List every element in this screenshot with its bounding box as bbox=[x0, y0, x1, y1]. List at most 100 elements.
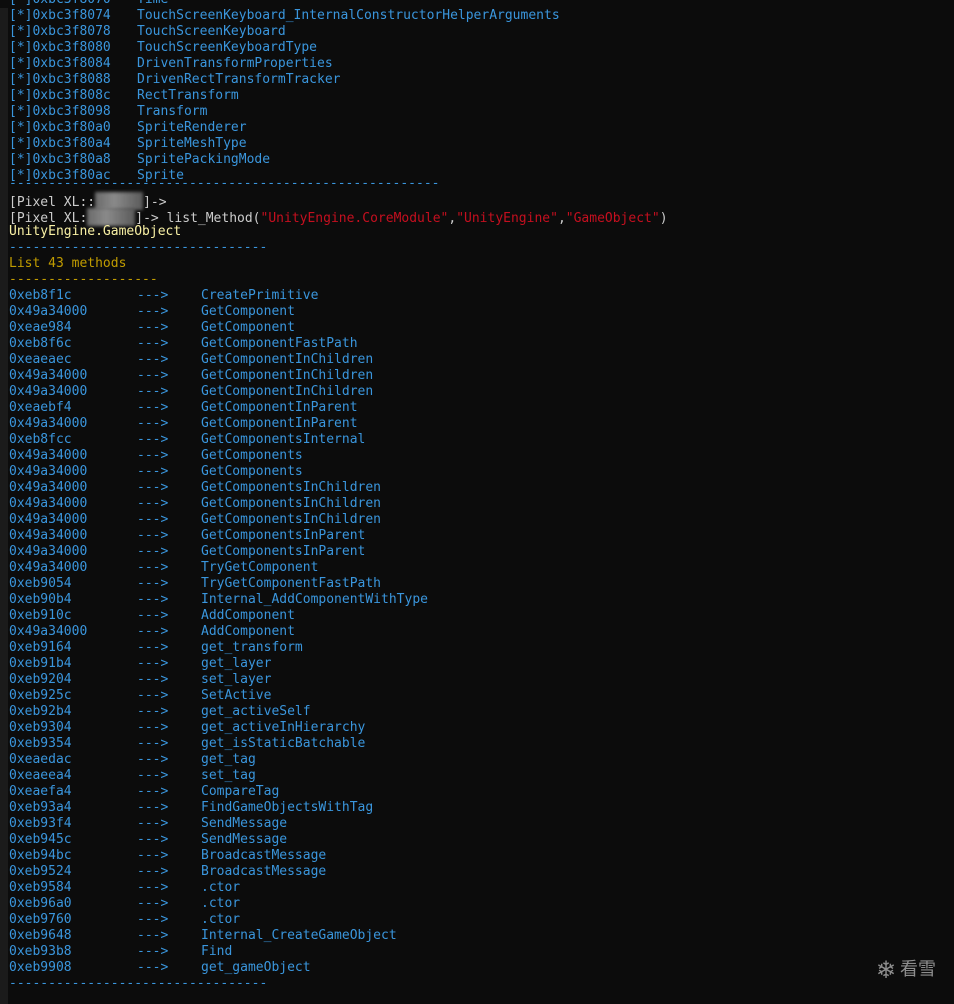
method-name: get_isStaticBatchable bbox=[201, 736, 366, 751]
terminal-output[interactable]: [*]0xbc3f8070Time[*]0xbc3f8074TouchScree… bbox=[0, 0, 954, 996]
command-arg-class: "GameObject" bbox=[565, 211, 660, 226]
method-name: get_layer bbox=[201, 656, 272, 671]
method-name: get_transform bbox=[201, 640, 303, 655]
method-name: GetComponentInParent bbox=[201, 400, 358, 415]
method-address: 0xeb9164 bbox=[9, 640, 72, 655]
method-arrow: ---> bbox=[137, 928, 169, 943]
entry-name: Transform bbox=[137, 104, 208, 119]
command-comma: , bbox=[448, 211, 457, 226]
method-row: 0x49a34000 ---> GetComponent bbox=[0, 304, 700, 320]
method-row: 0xeb9204 ---> set_layer bbox=[0, 672, 700, 688]
method-name: AddComponent bbox=[201, 624, 295, 639]
method-address: 0xeae984 bbox=[9, 320, 72, 335]
method-arrow: ---> bbox=[137, 368, 169, 383]
method-row: 0x49a34000 ---> AddComponent bbox=[0, 624, 700, 640]
separator-end: --------------------------------- bbox=[9, 976, 268, 991]
method-row: 0x49a34000 ---> GetComponentInParent bbox=[0, 416, 700, 432]
method-row: 0xeb9524 ---> BroadcastMessage bbox=[0, 864, 700, 880]
method-name: BroadcastMessage bbox=[201, 864, 327, 879]
method-arrow: ---> bbox=[137, 336, 169, 351]
method-arrow: ---> bbox=[137, 592, 169, 607]
class-name: UnityEngine.GameObject bbox=[9, 224, 182, 239]
method-arrow: ---> bbox=[137, 960, 169, 975]
method-arrow: ---> bbox=[137, 672, 169, 687]
method-address: 0xeb93b8 bbox=[9, 944, 72, 959]
entry-name: TouchScreenKeyboard bbox=[137, 24, 286, 39]
method-row: 0x49a34000 ---> GetComponentInChildren bbox=[0, 384, 700, 400]
prompt-line-2: [Pixel XL:]-> list_Method("UnityEngine.C… bbox=[9, 208, 668, 226]
method-name: GetComponentInParent bbox=[201, 416, 358, 431]
method-row: 0x49a34000 ---> TryGetComponent bbox=[0, 560, 700, 576]
method-arrow: ---> bbox=[137, 496, 169, 511]
method-row: 0xeaeaec ---> GetComponentInChildren bbox=[0, 352, 700, 368]
method-arrow: ---> bbox=[137, 512, 169, 527]
method-row: 0x49a34000 ---> GetComponentsInChildren bbox=[0, 512, 700, 528]
method-name: BroadcastMessage bbox=[201, 848, 327, 863]
method-address: 0xeb910c bbox=[9, 608, 72, 623]
method-arrow: ---> bbox=[137, 400, 169, 415]
method-address: 0xeb9524 bbox=[9, 864, 72, 879]
entry-row: [*]0xbc3f80a0 SpriteRenderer bbox=[9, 120, 247, 136]
method-arrow: ---> bbox=[137, 736, 169, 751]
method-address: 0xeb93a4 bbox=[9, 800, 72, 815]
method-name: GetComponents bbox=[201, 464, 303, 479]
method-address: 0x49a34000 bbox=[9, 416, 88, 431]
method-address: 0xeb945c bbox=[9, 832, 72, 847]
entry-address: 0xbc3f8070 bbox=[32, 0, 110, 7]
method-address: 0xeaeaec bbox=[9, 352, 72, 367]
watermark-text: 看雪 bbox=[900, 959, 936, 980]
method-arrow: ---> bbox=[137, 832, 169, 847]
method-row: 0xeb8fcc ---> GetComponentsInternal bbox=[0, 432, 700, 448]
entry-tag: [*] bbox=[9, 0, 32, 7]
entry-address: 0xbc3f8088 bbox=[32, 72, 111, 87]
method-arrow: ---> bbox=[137, 656, 169, 671]
method-row: 0xeb9760 ---> .ctor bbox=[0, 912, 700, 928]
method-row: 0xeb8f6c ---> GetComponentFastPath bbox=[0, 336, 700, 352]
command-comma: , bbox=[557, 211, 566, 226]
method-name: GetComponentsInParent bbox=[201, 544, 366, 559]
method-row: 0xeb9584 ---> .ctor bbox=[0, 880, 700, 896]
method-address: 0xeb94bc bbox=[9, 848, 72, 863]
method-name: GetComponentsInParent bbox=[201, 528, 366, 543]
method-name: SendMessage bbox=[201, 832, 288, 847]
entry-address: 0xbc3f80a4 bbox=[32, 136, 111, 151]
method-arrow: ---> bbox=[137, 384, 169, 399]
method-arrow: ---> bbox=[137, 912, 169, 927]
method-row: 0xeaedac ---> get_tag bbox=[0, 752, 700, 768]
method-arrow: ---> bbox=[137, 304, 169, 319]
method-address: 0xeb8fcc bbox=[9, 432, 72, 447]
method-name: Find bbox=[201, 944, 233, 959]
method-arrow: ---> bbox=[137, 768, 169, 783]
method-row: 0xeb94bc ---> BroadcastMessage bbox=[0, 848, 700, 864]
entry-row: [*]0xbc3f8080 TouchScreenKeyboardType bbox=[9, 40, 317, 56]
method-row: 0xeb92b4 ---> get_activeSelf bbox=[0, 704, 700, 720]
method-row: 0xeb945c ---> SendMessage bbox=[0, 832, 700, 848]
method-address: 0xeb9304 bbox=[9, 720, 72, 735]
entry-name: SpriteMeshType bbox=[137, 136, 247, 151]
method-address: 0xeb9760 bbox=[9, 912, 72, 927]
method-address: 0xeaeea4 bbox=[9, 768, 72, 783]
method-address: 0x49a34000 bbox=[9, 480, 88, 495]
entry-tag: [*] bbox=[9, 136, 33, 151]
entry-tag: [*] bbox=[9, 40, 33, 55]
method-name: GetComponentsInternal bbox=[201, 432, 366, 447]
method-address: 0xeb93f4 bbox=[9, 816, 72, 831]
method-arrow: ---> bbox=[137, 688, 169, 703]
method-name: FindGameObjectsWithTag bbox=[201, 800, 374, 815]
method-row: 0xeb96a0 ---> .ctor bbox=[0, 896, 700, 912]
method-row: 0xeaebf4 ---> GetComponentInParent bbox=[0, 400, 700, 416]
method-row: 0xeb93f4 ---> SendMessage bbox=[0, 816, 700, 832]
method-address: 0xeaefa4 bbox=[9, 784, 72, 799]
method-arrow: ---> bbox=[137, 944, 169, 959]
method-arrow: ---> bbox=[137, 528, 169, 543]
method-name: get_gameObject bbox=[201, 960, 311, 975]
method-arrow: ---> bbox=[137, 448, 169, 463]
entry-name: Time bbox=[137, 0, 168, 8]
method-arrow: ---> bbox=[137, 864, 169, 879]
method-name: TryGetComponentFastPath bbox=[201, 576, 382, 591]
method-arrow: ---> bbox=[137, 560, 169, 575]
entry-row: [*]0xbc3f8098 Transform bbox=[9, 104, 207, 120]
method-address: 0xeb8f1c bbox=[9, 288, 72, 303]
method-arrow: ---> bbox=[137, 576, 169, 591]
entry-name: RectTransform bbox=[137, 88, 239, 103]
